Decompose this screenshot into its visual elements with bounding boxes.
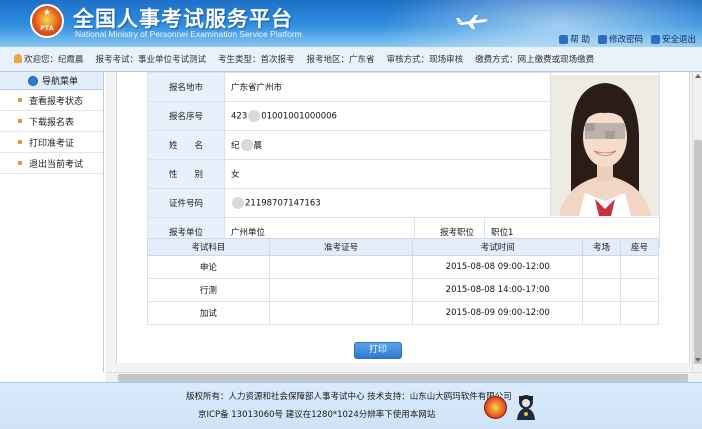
vertical-scrollbar[interactable] — [692, 72, 702, 372]
info-label: 报名序号 — [147, 101, 225, 131]
sidebar-item-exit-exam[interactable]: 退出当前考试 — [0, 153, 103, 174]
exam-room — [582, 278, 622, 302]
scrollbar-thumb[interactable] — [118, 374, 688, 382]
col-header: 考试时间 — [412, 238, 584, 256]
info-row: 报名地市 广东省广州市 — [147, 72, 660, 218]
redaction-blur — [248, 110, 261, 122]
site-header: ★ PTA 全国人事考试服务平台 National Ministry of Pe… — [0, 0, 702, 47]
logout-link[interactable]: 安全退出 — [650, 33, 696, 45]
welcome-text: 欢迎您：纪霞晨 — [14, 53, 84, 65]
col-header: 考场 — [582, 238, 622, 256]
star-icon: ★ — [43, 8, 52, 18]
exam-room — [582, 255, 622, 279]
table-row: 加试 2015-08-09 09:00-12:00 — [147, 301, 659, 325]
icp-text: 京ICP备 13013060号 建议在1280*1024分辨率下使用本网站 — [198, 410, 436, 420]
info-value: 21198707147163 — [224, 188, 551, 218]
exam-time: 2015-08-08 14:00-17:00 — [412, 278, 584, 302]
exam-schedule-table: 考试科目 准考证号 考试时间 考场 座号 申论 2015-08-08 09:00… — [147, 238, 659, 325]
table-row: 申论 2015-08-08 09:00-12:00 — [147, 255, 659, 279]
bullet-icon — [18, 140, 22, 144]
exam-ticket — [268, 255, 414, 279]
info-value: 广东省广州市 — [224, 72, 551, 102]
copyright-text: 版权所有：人力资源和社会保障部人事考试中心 技术支持：山东山大鸥玛软件有限公司 — [186, 392, 512, 402]
bullet-icon — [18, 119, 22, 123]
exam-seat — [620, 301, 659, 325]
col-header: 座号 — [620, 238, 659, 256]
scroll-up-icon[interactable] — [695, 74, 701, 78]
gov-badge-icon[interactable] — [484, 396, 507, 419]
payment-text: 缴费方式：网上缴费或现场缴费 — [475, 55, 595, 65]
user-icon — [14, 54, 22, 63]
exam-subject: 加试 — [147, 301, 270, 325]
print-button[interactable]: 打印 — [354, 342, 402, 359]
table-row: 行测 2015-08-08 14:00-17:00 — [147, 278, 659, 302]
candidate-photo-image — [551, 74, 659, 216]
exam-ticket — [268, 301, 414, 325]
main-content: 报名地市 广东省广州市 报名序号 423 01001001000006 姓 名 … — [106, 72, 702, 382]
redaction-blur — [240, 139, 253, 152]
info-value: 423 01001001000006 — [224, 101, 551, 131]
exam-subject: 行测 — [147, 278, 270, 302]
site-subtitle: National Ministry of Personnel Examinati… — [75, 29, 302, 39]
sidebar-item-download-form[interactable]: 下载报名表 — [0, 111, 103, 132]
airplane-icon — [456, 15, 488, 29]
candidate-info-table: 报名地市 广东省广州市 报名序号 423 01001001000006 姓 名 … — [147, 72, 660, 247]
exam-subject: 申论 — [147, 255, 270, 279]
candidate-infobar: 欢迎您：纪霞晨 报考考试：事业单位考试测试 考生类型：首次报考 报考地区：广东省… — [0, 47, 702, 72]
exam-time: 2015-08-09 09:00-12:00 — [412, 301, 584, 325]
exam-text: 报考考试：事业单位考试测试 — [95, 55, 207, 65]
sidebar-title: 导航菜单 — [42, 77, 79, 87]
pta-logo: ★ PTA — [30, 4, 64, 38]
admission-panel: 报名地市 广东省广州市 报名序号 423 01001001000006 姓 名 … — [116, 72, 690, 363]
exam-header-row: 考试科目 准考证号 考试时间 考场 座号 — [147, 238, 659, 256]
header-links: 帮 助 修改密码 安全退出 — [559, 33, 696, 45]
redaction-blur — [232, 197, 244, 209]
change-password-link[interactable]: 修改密码 — [597, 33, 643, 45]
exam-type-text: 考生类型：首次报考 — [218, 55, 295, 65]
scrollbar-thumb[interactable] — [694, 140, 702, 364]
candidate-photo — [551, 74, 659, 216]
exam-ticket — [268, 278, 414, 302]
help-icon — [559, 34, 569, 44]
logout-icon — [650, 34, 660, 44]
bullet-icon — [18, 98, 22, 102]
bullet-icon — [18, 161, 22, 165]
horizontal-scrollbar[interactable] — [106, 372, 702, 382]
sidebar-item-print-ticket[interactable]: 打印准考证 — [0, 132, 103, 153]
review-text: 审核方式：现场审核 — [386, 55, 464, 65]
info-label: 证件号码 — [147, 188, 225, 218]
logo-text: PTA — [40, 25, 54, 32]
exam-seat — [620, 278, 659, 302]
help-link[interactable]: 帮 助 — [559, 33, 590, 45]
sidebar: 导航菜单 查看报考状态 下载报名表 打印准考证 退出当前考试 — [0, 72, 104, 372]
info-label: 姓 名 — [147, 130, 225, 160]
info-label: 性 别 — [147, 159, 225, 189]
exam-seat — [620, 255, 659, 279]
info-value: 纪晨 — [224, 130, 551, 160]
region-text: 报考地区：广东省 — [306, 55, 375, 65]
info-value: 女 — [224, 159, 551, 189]
exam-room — [582, 301, 622, 325]
sidebar-item-view-status[interactable]: 查看报考状态 — [0, 90, 103, 111]
key-icon — [597, 34, 607, 44]
sidebar-header: 导航菜单 — [0, 72, 103, 90]
scroll-down-icon[interactable] — [695, 358, 701, 362]
info-label: 报名地市 — [147, 72, 225, 102]
police-badge-icon[interactable] — [513, 393, 539, 421]
col-header: 准考证号 — [268, 238, 414, 256]
navigation-icon — [28, 75, 38, 86]
col-header: 考试科目 — [147, 238, 270, 256]
site-footer: 版权所有：人力资源和社会保障部人事考试中心 技术支持：山东山大鸥玛软件有限公司 … — [0, 382, 702, 429]
exam-time: 2015-08-08 09:00-12:00 — [412, 255, 584, 279]
photo-cell — [550, 72, 660, 218]
